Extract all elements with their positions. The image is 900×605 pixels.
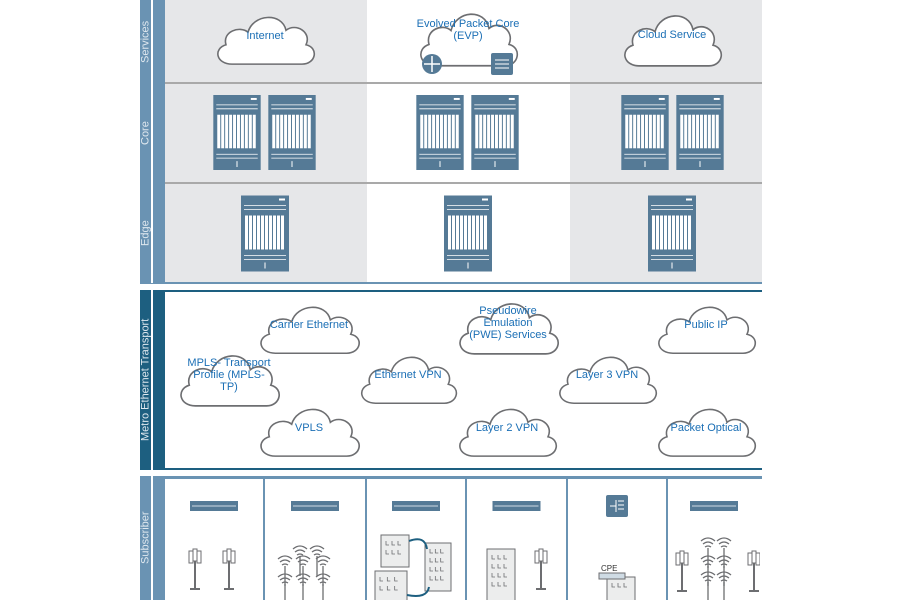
cell-tower-icon xyxy=(222,548,236,590)
cloud-cloud-service: Cloud Service xyxy=(617,8,727,70)
subscriber-illustration xyxy=(277,501,339,604)
cloud-label: Packet Optical xyxy=(670,421,742,434)
cloud-label: Carrier Ethernet xyxy=(269,319,349,332)
router-chassis-icon xyxy=(213,95,261,170)
layer-bar-top: Services Core Edge xyxy=(140,0,165,283)
access-node-icon xyxy=(606,495,628,517)
access-switch-icon xyxy=(690,501,738,511)
subscriber-cell-3 xyxy=(367,479,467,602)
building-icon xyxy=(606,576,636,602)
building-icon xyxy=(424,542,452,592)
cloud-label: Ethernet VPN xyxy=(374,369,442,382)
wireless-antenna-icon xyxy=(716,571,732,602)
router-chassis-icon xyxy=(241,195,289,272)
cloud-mpls-tp: MPLS- Transport Profile (MPLS-TP) xyxy=(173,348,285,410)
wireless-antenna-icon xyxy=(700,555,716,586)
cloud-ethernet-vpn: Ethernet VPN xyxy=(354,350,462,407)
subscriber-illustration: CPE xyxy=(598,495,636,602)
subscriber-cell-1 xyxy=(165,479,265,600)
wireless-antenna-icon xyxy=(700,571,716,602)
access-switch-icon xyxy=(392,501,440,511)
cell-tower-icon xyxy=(747,550,761,592)
wireless-antenna-icon xyxy=(309,545,325,576)
cloud-evolved-packet-core: Evolved Packet Core (EVP) xyxy=(413,6,523,75)
cell-tower-icon xyxy=(675,550,689,592)
access-switch-icon xyxy=(492,501,541,511)
subscriber-cell-6 xyxy=(668,479,761,602)
cloud-layer3: Layer 3 VPN xyxy=(552,350,662,407)
router-icon xyxy=(422,54,442,74)
router-chassis-icon xyxy=(471,95,519,170)
router-chassis-icon xyxy=(676,95,724,170)
building-icon xyxy=(374,570,408,602)
wireless-antenna-icon xyxy=(716,555,732,586)
cloud-pwe: Pseudowire Emulation (PWE) Services xyxy=(452,296,564,358)
cloud-label: Evolved Packet Core (EVP) xyxy=(416,18,520,43)
router-chassis-icon xyxy=(648,195,696,272)
subscriber-illustration xyxy=(374,501,452,602)
building-icon xyxy=(486,548,516,602)
router-chassis-icon xyxy=(268,95,316,170)
cloud-vpls: VPLS xyxy=(253,402,365,460)
layer-bar-subscriber: Subscriber xyxy=(140,476,165,600)
cloud-label: VPLS xyxy=(294,421,324,434)
wireless-antenna-icon xyxy=(315,573,331,604)
cell-tower-icon xyxy=(534,548,548,590)
divider-edge-bottom xyxy=(140,282,762,284)
building-icon xyxy=(380,534,410,568)
cloud-label: Public IP xyxy=(684,319,728,332)
router-chassis-icon xyxy=(621,95,669,170)
cpe-label: CPE xyxy=(601,564,617,573)
layer-label-services: Services xyxy=(139,20,152,63)
subscriber-cell-4 xyxy=(467,479,568,602)
cloud-label: Internet xyxy=(246,29,284,42)
cloud-packet-optical: Packet Optical xyxy=(651,402,761,460)
cloud-label: MPLS- Transport Profile (MPLS-TP) xyxy=(187,357,271,394)
cloud-label: Layer 3 VPN xyxy=(575,369,639,382)
subscriber-illustration xyxy=(675,501,761,602)
cloud-label: Pseudowire Emulation (PWE) Services xyxy=(469,305,547,342)
cloud-internet: Internet xyxy=(210,10,320,68)
divider-services-core xyxy=(165,82,762,84)
cloud-label: Layer 2 VPN xyxy=(475,421,539,434)
layer-bar-metro: Metro Ethernet Transport xyxy=(140,290,165,470)
layer-label-core: Core xyxy=(139,121,152,145)
cell-tower-icon xyxy=(188,548,202,590)
layer-label-edge: Edge xyxy=(139,220,152,246)
wireless-antenna-icon xyxy=(295,573,311,604)
access-switch-icon xyxy=(291,501,339,511)
router-chassis-icon xyxy=(416,95,464,170)
subscriber-cell-5: CPE xyxy=(568,479,668,602)
subscriber-cell-2 xyxy=(265,479,367,604)
cloud-label: Cloud Service xyxy=(637,29,707,42)
wireless-antenna-icon xyxy=(277,573,293,604)
subscriber-illustration xyxy=(188,501,238,590)
divider-core-edge xyxy=(165,182,762,184)
access-switch-icon xyxy=(190,501,238,511)
layer-label-metro: Metro Ethernet Transport xyxy=(139,318,152,442)
cloud-public-ip: Public IP xyxy=(651,300,761,357)
router-chassis-icon xyxy=(444,195,492,272)
subscriber-illustration xyxy=(486,501,548,602)
switch-icon xyxy=(491,53,513,75)
layer-label-subscriber: Subscriber xyxy=(139,511,152,565)
cloud-layer2: Layer 2 VPN xyxy=(452,402,562,460)
